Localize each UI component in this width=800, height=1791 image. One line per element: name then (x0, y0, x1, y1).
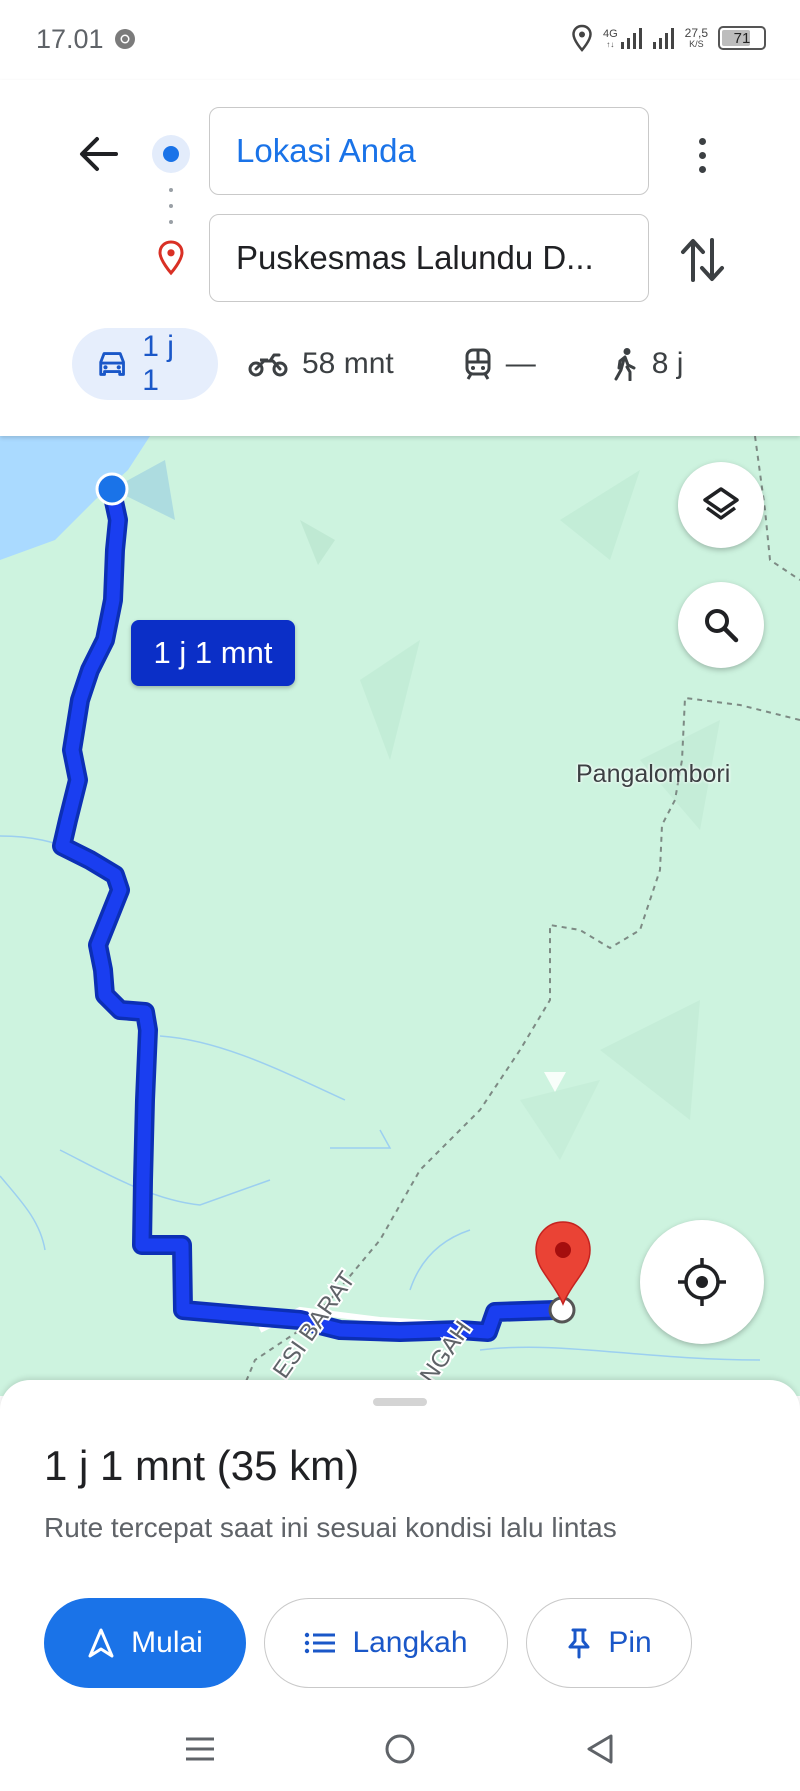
route-connector-dots (168, 188, 174, 224)
more-options-button[interactable] (682, 130, 722, 180)
signal-icon-2 (652, 28, 674, 49)
car-icon (99, 352, 125, 376)
mode-transit-tab[interactable]: — (464, 328, 536, 400)
list-icon (305, 1632, 336, 1654)
layers-icon (703, 487, 739, 520)
battery-icon: 71 (718, 26, 766, 50)
pin-button[interactable]: Pin (526, 1598, 692, 1688)
back-nav-button[interactable] (575, 1724, 625, 1774)
maps-directions-screen: 17.01 4G ↑↓ 27,5 K/S 71 Lokasi Anda Pusk… (0, 0, 800, 1791)
data-speed: 27,5 K/S (685, 27, 708, 49)
route-bottom-sheet[interactable]: 1 j 1 mnt (35 km) Rute tercepat saat ini… (0, 1380, 800, 1791)
home-circle-icon (385, 1734, 415, 1764)
layers-button[interactable] (678, 462, 764, 548)
signal-icon-1 (620, 28, 642, 49)
steps-button[interactable]: Langkah (264, 1598, 508, 1688)
mode-motorcycle-label: 58 mnt (302, 347, 394, 380)
water-body (0, 436, 150, 560)
map-search-button[interactable] (678, 582, 764, 668)
mode-car-label: 1 j 1 (142, 330, 174, 397)
directions-header: Lokasi Anda Puskesmas Lalundu D... 1 j 1 (0, 80, 800, 436)
route-eta-bubble[interactable]: 1 j 1 mnt (131, 620, 295, 686)
status-time: 17.01 (36, 24, 104, 54)
status-icons: 4G ↑↓ 27,5 K/S 71 (571, 24, 766, 52)
map-view[interactable]: ESI BARAT NGAH 1 j 1 mnt Pangalombori (0, 436, 800, 1396)
mode-transit-label: — (505, 347, 536, 380)
home-button[interactable] (375, 1724, 425, 1774)
origin-dot-icon (152, 135, 190, 173)
mode-car-tab[interactable]: 1 j 1 (72, 328, 218, 400)
location-icon (572, 24, 592, 52)
pushpin-icon (568, 1628, 590, 1659)
back-triangle-icon (587, 1734, 613, 1764)
walk-icon (614, 348, 636, 381)
origin-input[interactable]: Lokasi Anda (209, 107, 649, 195)
motorcycle-icon (248, 353, 288, 377)
travel-modes: 1 j 1 58 mnt — 8 j (72, 328, 683, 400)
swap-directions-icon[interactable] (678, 232, 728, 288)
crosshair-icon (678, 1258, 726, 1306)
battery-level: 71 (733, 29, 751, 47)
steps-button-label: Langkah (352, 1626, 468, 1659)
place-label-pangalombori[interactable]: Pangalombori (576, 760, 730, 789)
trip-note: Rute tercepat saat ini sesuai kondisi la… (44, 1512, 617, 1543)
recent-apps-button[interactable] (175, 1724, 225, 1774)
start-button[interactable]: Mulai (44, 1598, 246, 1688)
pin-button-label: Pin (608, 1626, 652, 1659)
navigation-arrow-icon (88, 1628, 114, 1658)
start-button-label: Mulai (131, 1626, 203, 1659)
network-activity: ↑↓ (606, 40, 615, 49)
data-speed-value: 27,5 (684, 26, 708, 40)
train-icon (465, 348, 491, 380)
route-line (52, 482, 565, 1342)
back-button[interactable] (70, 126, 126, 182)
destination-pin-icon (158, 240, 184, 276)
system-nav-bar (0, 1712, 800, 1791)
network-indicator: 4G ↑↓ (603, 27, 643, 49)
trip-summary: 1 j 1 mnt (35 km) (44, 1442, 360, 1489)
search-icon (705, 609, 739, 643)
mode-walk-tab[interactable]: 8 j (612, 328, 684, 400)
network-type: 4G (602, 28, 618, 40)
back-arrow-icon (80, 137, 118, 171)
destination-map-pin (535, 1221, 591, 1306)
data-speed-unit: K/S (689, 39, 704, 49)
status-bar: 17.01 4G ↑↓ 27,5 K/S 71 (0, 0, 800, 80)
menu-lines-icon (186, 1737, 214, 1761)
sheet-drag-handle[interactable] (373, 1398, 427, 1406)
my-location-button[interactable] (640, 1220, 764, 1344)
destination-input[interactable]: Puskesmas Lalundu D... (209, 214, 649, 302)
current-location-marker (95, 472, 129, 506)
mode-walk-label: 8 j (651, 347, 684, 380)
mode-motorcycle-tab[interactable]: 58 mnt (248, 328, 394, 400)
chrome-icon (115, 29, 135, 49)
